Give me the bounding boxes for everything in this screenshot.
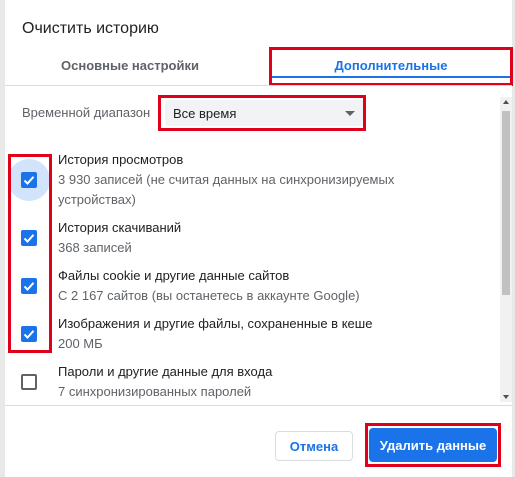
footer-divider xyxy=(5,405,512,406)
tab-advanced-label: Дополнительные xyxy=(334,58,448,73)
time-range-value: Все время xyxy=(173,106,237,121)
scrollbar-thumb[interactable] xyxy=(502,111,510,295)
clear-browsing-data-dialog: Очистить историю Основные настройки Допо… xyxy=(5,0,513,477)
item-description: 200 МБ xyxy=(58,336,103,351)
tab-selected-indicator xyxy=(269,76,513,78)
scrollbar[interactable] xyxy=(500,97,512,402)
checkbox-download-history[interactable] xyxy=(21,230,37,246)
checkmark-icon xyxy=(23,176,35,185)
tab-advanced[interactable]: Дополнительные xyxy=(269,52,513,80)
chevron-down-icon xyxy=(345,111,355,116)
clear-data-button[interactable]: Удалить данные xyxy=(369,428,497,462)
time-range-select[interactable]: Все время xyxy=(165,100,365,126)
checkbox-passwords[interactable] xyxy=(21,374,37,390)
checkmark-icon xyxy=(23,330,35,339)
dialog-title: Очистить историю xyxy=(22,20,159,37)
scroll-up-arrow-icon[interactable] xyxy=(503,100,509,104)
checkbox-cache[interactable] xyxy=(21,326,37,342)
tab-basic-settings[interactable]: Основные настройки xyxy=(50,52,210,80)
item-description: 368 записей xyxy=(58,240,132,255)
item-description: 3 930 записей (не считая данных на синхр… xyxy=(58,172,395,207)
item-description: С 2 167 сайтов (вы останетесь в аккаунте… xyxy=(58,288,360,303)
time-range-label: Временной диапазон xyxy=(22,105,151,120)
tab-divider xyxy=(5,85,512,86)
checkbox-cookies[interactable] xyxy=(21,278,37,294)
item-title: Файлы cookie и другие данные сайтов xyxy=(58,268,290,283)
checkmark-icon xyxy=(23,234,35,243)
item-description: 7 синхронизированных паролей xyxy=(58,384,252,399)
checkmark-icon xyxy=(23,282,35,291)
item-title: История просмотров xyxy=(58,152,184,167)
item-title: История скачиваний xyxy=(58,220,182,235)
cancel-button[interactable]: Отмена xyxy=(275,431,353,461)
item-title: Изображения и другие файлы, сохраненные … xyxy=(58,316,373,331)
scroll-down-arrow-icon[interactable] xyxy=(503,395,509,399)
item-title: Пароли и другие данные для входа xyxy=(58,364,273,379)
checkbox-browsing-history[interactable] xyxy=(21,172,37,188)
